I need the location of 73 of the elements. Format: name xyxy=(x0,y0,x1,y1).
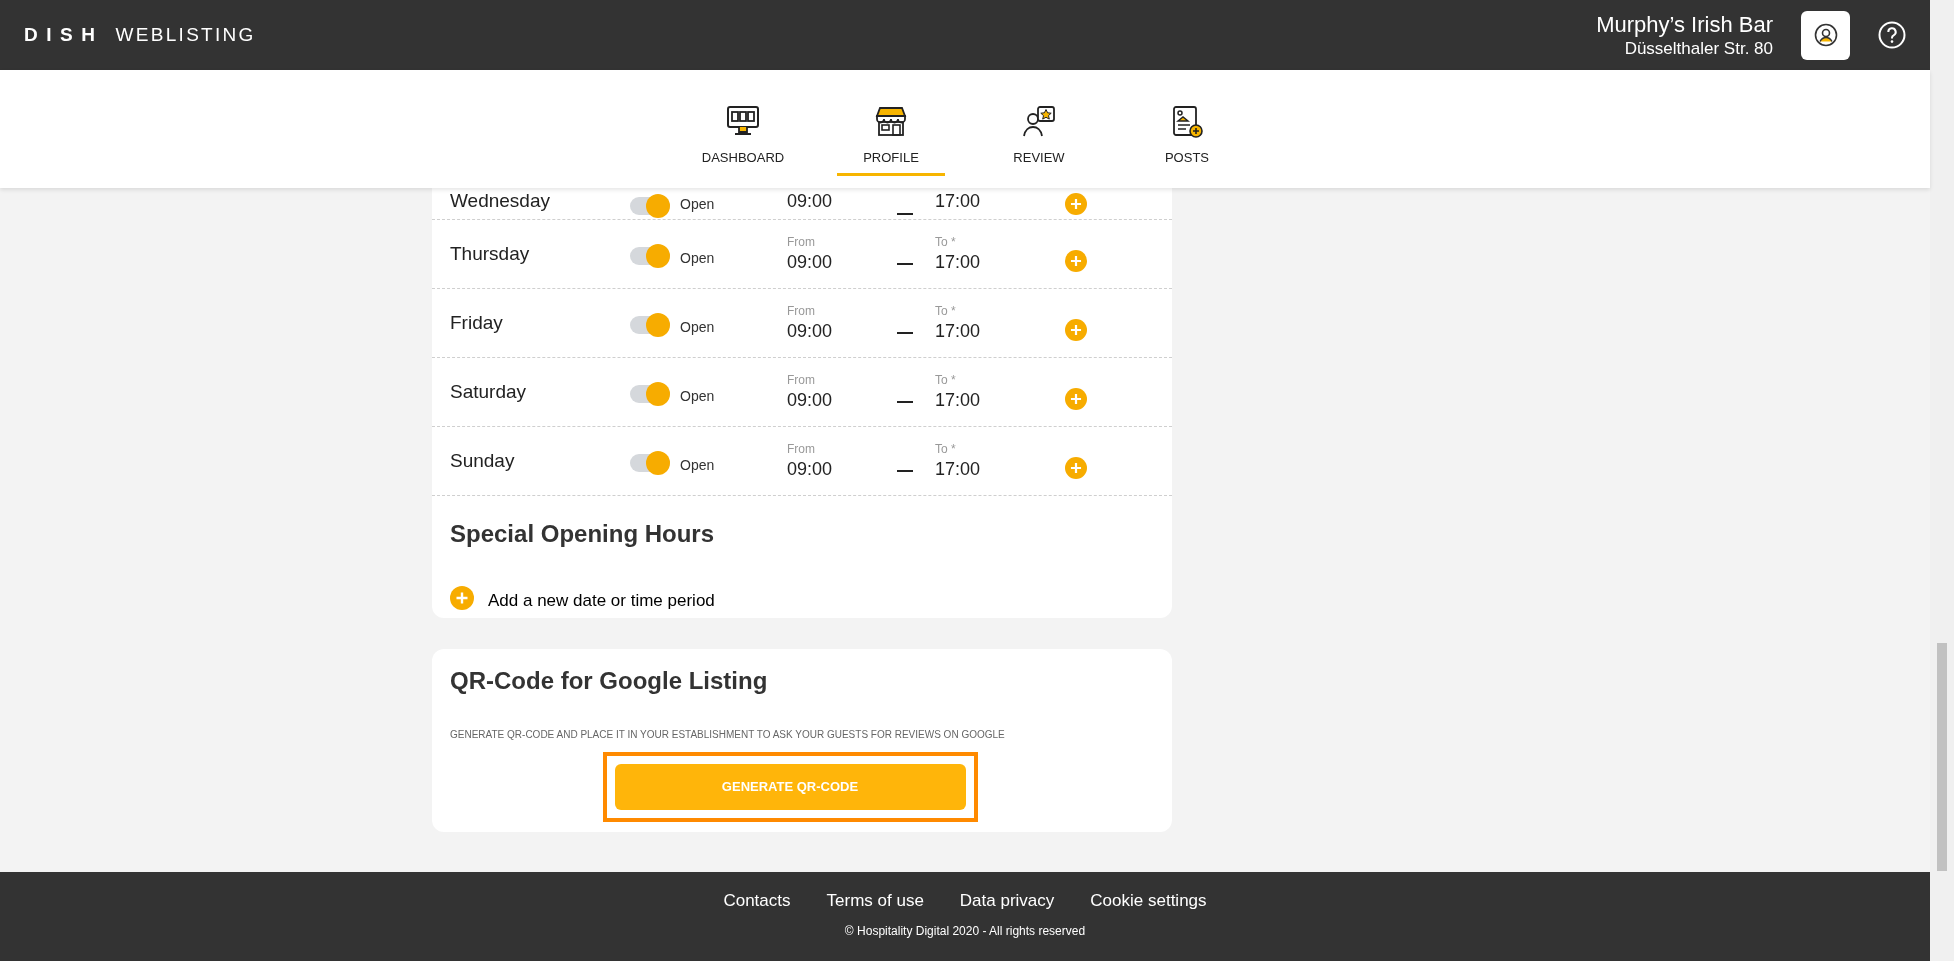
time-value: 09:00 xyxy=(787,388,834,412)
day-label: Saturday xyxy=(450,379,528,404)
day-label: Thursday xyxy=(450,241,531,266)
field-label: To * xyxy=(935,233,957,249)
section-title: QR-Code for Google Listing xyxy=(450,665,769,696)
logo-text: DISH xyxy=(24,22,104,47)
range-dash xyxy=(897,470,913,472)
venue-address: Düsselthaler Str. 80 xyxy=(1624,38,1773,60)
field-label: From xyxy=(787,371,816,387)
open-toggle[interactable] xyxy=(630,246,670,265)
plus-icon xyxy=(450,585,474,610)
time-value: 09:00 xyxy=(787,250,834,274)
field-label: To * xyxy=(935,440,957,456)
venue-name: Murphy’s Irish Bar xyxy=(1596,10,1773,39)
footer-link[interactable]: Data privacy xyxy=(959,888,1055,914)
footer-link[interactable]: Terms of use xyxy=(826,888,924,914)
add-time-button[interactable] xyxy=(1065,388,1087,410)
open-toggle[interactable] xyxy=(630,453,670,472)
status-label: Open xyxy=(680,317,716,337)
time-value: 09:00 xyxy=(787,319,834,343)
footer-link[interactable]: Cookie settings xyxy=(1090,888,1207,914)
time-field[interactable]: From 09:00 xyxy=(787,370,897,414)
field-label: To * xyxy=(935,302,957,318)
open-toggle[interactable] xyxy=(630,315,670,334)
time-field[interactable]: 17:00 xyxy=(935,188,1065,215)
status-label: Open xyxy=(680,455,716,475)
range-dash xyxy=(897,263,913,265)
scrollbar-thumb[interactable] xyxy=(1937,643,1947,871)
time-field[interactable]: From 09:00 xyxy=(787,232,897,276)
range-dash xyxy=(897,213,913,215)
account-button[interactable] xyxy=(1801,10,1850,60)
day-label: Friday xyxy=(450,310,504,335)
add-period-button[interactable]: Add a new date or time period xyxy=(450,582,715,614)
add-time-button[interactable] xyxy=(1065,319,1087,341)
time-field[interactable]: 09:00 xyxy=(787,188,897,215)
time-value: 17:00 xyxy=(935,319,982,343)
time-field[interactable]: From 09:00 xyxy=(787,301,897,345)
time-field[interactable]: To * 17:00 xyxy=(935,232,1065,276)
time-value: 17:00 xyxy=(935,250,982,274)
add-time-button[interactable] xyxy=(1065,193,1087,215)
nav-tab[interactable]: REVIEW xyxy=(985,103,1093,176)
status-label: Open xyxy=(680,386,716,406)
field-label: From xyxy=(787,302,816,318)
time-field[interactable]: From 09:00 xyxy=(787,439,897,483)
time-field[interactable]: To * 17:00 xyxy=(935,301,1065,345)
status-label: Open xyxy=(680,248,716,268)
user-icon xyxy=(1813,23,1838,47)
logo-text: WEBLISTING xyxy=(115,22,256,47)
nav-tab[interactable]: DASHBOARD xyxy=(689,103,797,176)
add-time-button[interactable] xyxy=(1065,250,1087,272)
time-field[interactable]: To * 17:00 xyxy=(935,370,1065,414)
open-toggle[interactable] xyxy=(630,384,670,403)
time-field[interactable]: To * 17:00 xyxy=(935,439,1065,483)
day-label: Wednesday xyxy=(450,188,551,213)
time-value: 17:00 xyxy=(935,388,982,412)
footer-link[interactable]: Contacts xyxy=(723,888,791,914)
day-label: Sunday xyxy=(450,448,516,473)
nav-tab[interactable]: POSTS xyxy=(1133,103,1241,176)
nav-tab[interactable]: PROFILE xyxy=(837,103,945,176)
copyright-text: © Hospitality Digital 2020 - All rights reserved xyxy=(844,922,1086,940)
time-value: 17:00 xyxy=(935,457,982,481)
description-text: GENERATE QR-CODE AND PLACE IT IN YOUR ESTABLISHMENT TO ASK YOUR GUESTS FOR REVIEWS ON GOOGLE xyxy=(450,727,1006,742)
range-dash xyxy=(897,401,913,403)
range-dash xyxy=(897,332,913,334)
field-label: From xyxy=(787,233,816,249)
status-label: Open xyxy=(680,195,716,214)
section-title: Special Opening Hours xyxy=(450,519,716,549)
add-time-button[interactable] xyxy=(1065,457,1087,479)
field-label: From xyxy=(787,440,816,456)
field-label: To * xyxy=(935,371,957,387)
open-toggle[interactable] xyxy=(630,197,670,215)
help-icon[interactable] xyxy=(1878,21,1906,49)
time-value: 09:00 xyxy=(787,457,834,481)
